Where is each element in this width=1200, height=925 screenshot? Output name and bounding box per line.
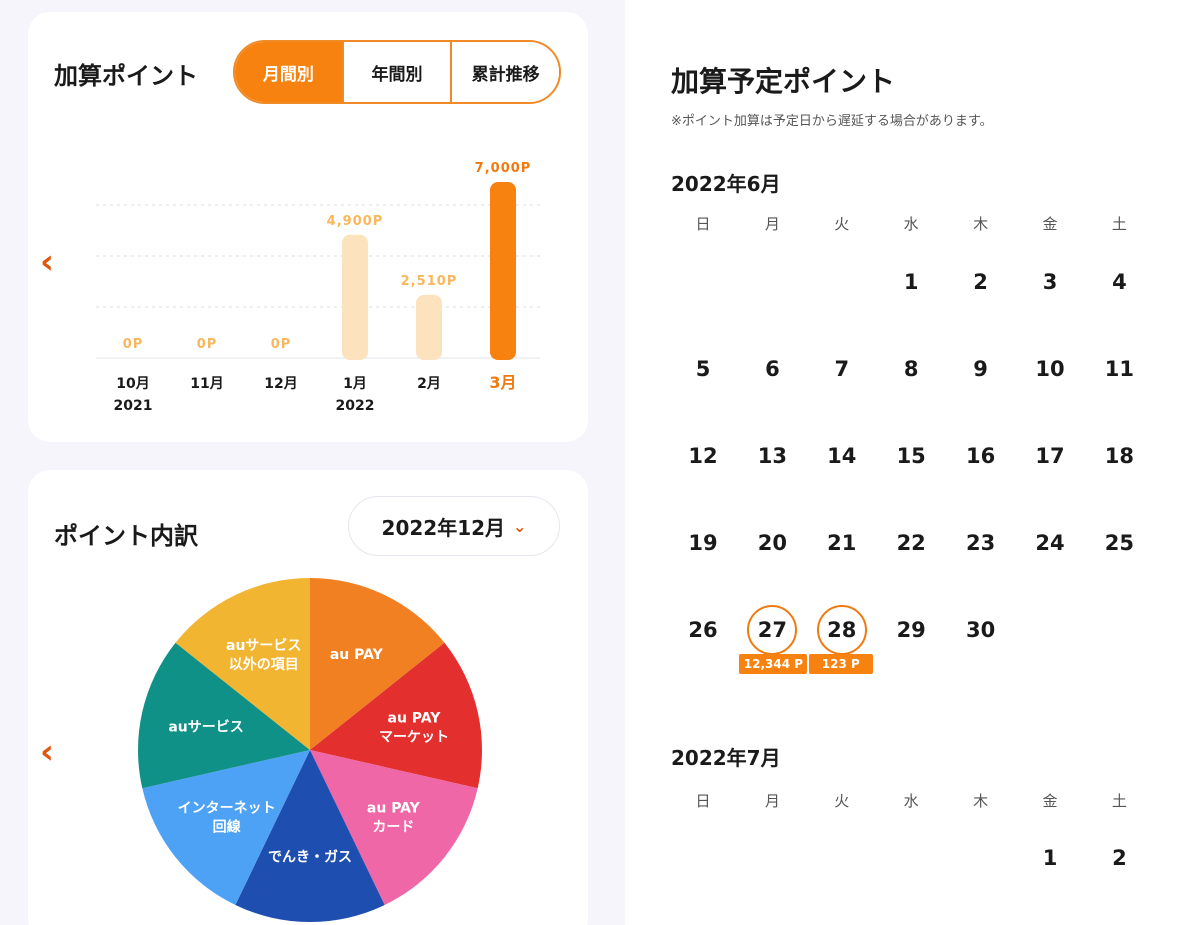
breakdown-pie-chart: au PAYau PAY マーケットau PAY カードでんき・ガスインターネット回… [138,578,482,922]
schedule-title: 加算予定ポイント [671,65,896,98]
x-tick-label: 3月 [489,373,516,392]
points-badge: 12,344 P [739,654,808,674]
x-tick-label: 12月 [264,376,297,392]
calendar-day[interactable]: 4 [1089,270,1149,294]
x-tick-label: 11月 [190,376,223,392]
weekday-label: 土 [1111,792,1127,810]
calendar-day[interactable]: 30 [951,618,1011,642]
x-tick-label: 10月 [116,376,149,392]
points-card: 加算ポイント 月間別 年間別 累計推移 ‹ 0P 10月 2021 0P 11月 0P 12… [28,12,588,442]
calendar-day[interactable]: 3 [1020,270,1080,294]
weekday-label: 日 [695,215,711,233]
weekday-label: 木 [973,792,989,810]
calendar-day[interactable]: 7 [812,357,872,381]
calendar-day[interactable]: 6 [742,357,802,381]
points-badge: 123 P [808,654,873,674]
calendar-day[interactable]: 26 [673,618,733,642]
calendar-day[interactable]: 11 [1089,357,1149,381]
bar [490,182,516,360]
calendar-day[interactable]: 16 [951,444,1011,468]
weekday-label: 水 [903,215,919,233]
bar [342,234,368,360]
x-tick-year-label: 2021 [114,398,153,414]
calendar-day[interactable]: 17 [1020,444,1080,468]
calendar-day[interactable]: 12 [673,444,733,468]
pie-slice-label: auサービス [168,719,243,735]
weekday-label: 火 [834,792,850,810]
schedule-panel: 加算予定ポイント ※ポイント加算は予定日から遅延する場合があります。 2022年… [625,0,1200,925]
weekday-label: 水 [903,792,919,810]
breakdown-card: ポイント内訳 2022年12月 ⌄ ‹ au PAY au PAY マーケット au … [28,470,588,925]
x-tick-label: 2月 [417,376,441,392]
calendar-day[interactable]: 2 [1089,846,1149,870]
schedule-note: ※ポイント加算は予定日から遅延する場合があります。 [671,114,993,129]
bar-value-label: 0P [197,337,218,352]
calendar-day[interactable]: 18 [1089,444,1149,468]
bar-value-label: 7,000P [475,161,532,176]
weekday-label: 火 [834,215,850,233]
weekday-label: 月 [764,215,780,233]
x-tick-label: 1月 [343,376,367,392]
weekday-label: 土 [1111,215,1127,233]
calendar-day[interactable]: 1 [881,270,941,294]
weekday-label: 日 [695,792,711,810]
pie-slice-label: でんき・ガス [268,850,352,866]
calendar-day[interactable]: 5 [673,357,733,381]
bar [416,294,442,360]
bar-value-label: 0P [271,337,292,352]
x-tick-year-label: 2022 [336,398,375,414]
bar-value-label: 4,900P [327,214,384,229]
calendar-day[interactable]: 15 [881,444,941,468]
calendar-day[interactable]: 21 [812,531,872,555]
weekday-label: 金 [1042,215,1058,233]
month-label: 2022年7月 [671,746,781,770]
calendar-day[interactable]: 2 [951,270,1011,294]
calendar-day[interactable]: 20 [742,531,802,555]
calendar-day[interactable]: 19 [673,531,733,555]
bar-value-label: 2,510P [401,274,458,289]
calendar-day[interactable]: 28 [812,618,872,642]
calendar-day[interactable]: 8 [881,357,941,381]
calendar-day[interactable]: 24 [1020,531,1080,555]
bar-value-label: 0P [123,337,144,352]
points-bar-chart: 0P 10月 2021 0P 11月 0P 12月 4,900P 1月 2022 2,510P 2月 7… [96,161,540,414]
calendar-day[interactable]: 25 [1089,531,1149,555]
calendar-day[interactable]: 1 [1020,846,1080,870]
weekday-label: 金 [1042,792,1058,810]
calendar-day[interactable]: 29 [881,618,941,642]
calendar-day[interactable]: 13 [742,444,802,468]
weekday-label: 木 [973,215,989,233]
calendar-day[interactable]: 23 [951,531,1011,555]
calendar-day[interactable]: 27 [742,618,802,642]
calendar-day[interactable]: 9 [951,357,1011,381]
calendar-day[interactable]: 22 [881,531,941,555]
weekday-label: 月 [764,792,780,810]
month-label: 2022年6月 [671,172,781,196]
pie-slice-label: au PAY [330,647,384,663]
calendar-day[interactable]: 14 [812,444,872,468]
calendar-day[interactable]: 10 [1020,357,1080,381]
